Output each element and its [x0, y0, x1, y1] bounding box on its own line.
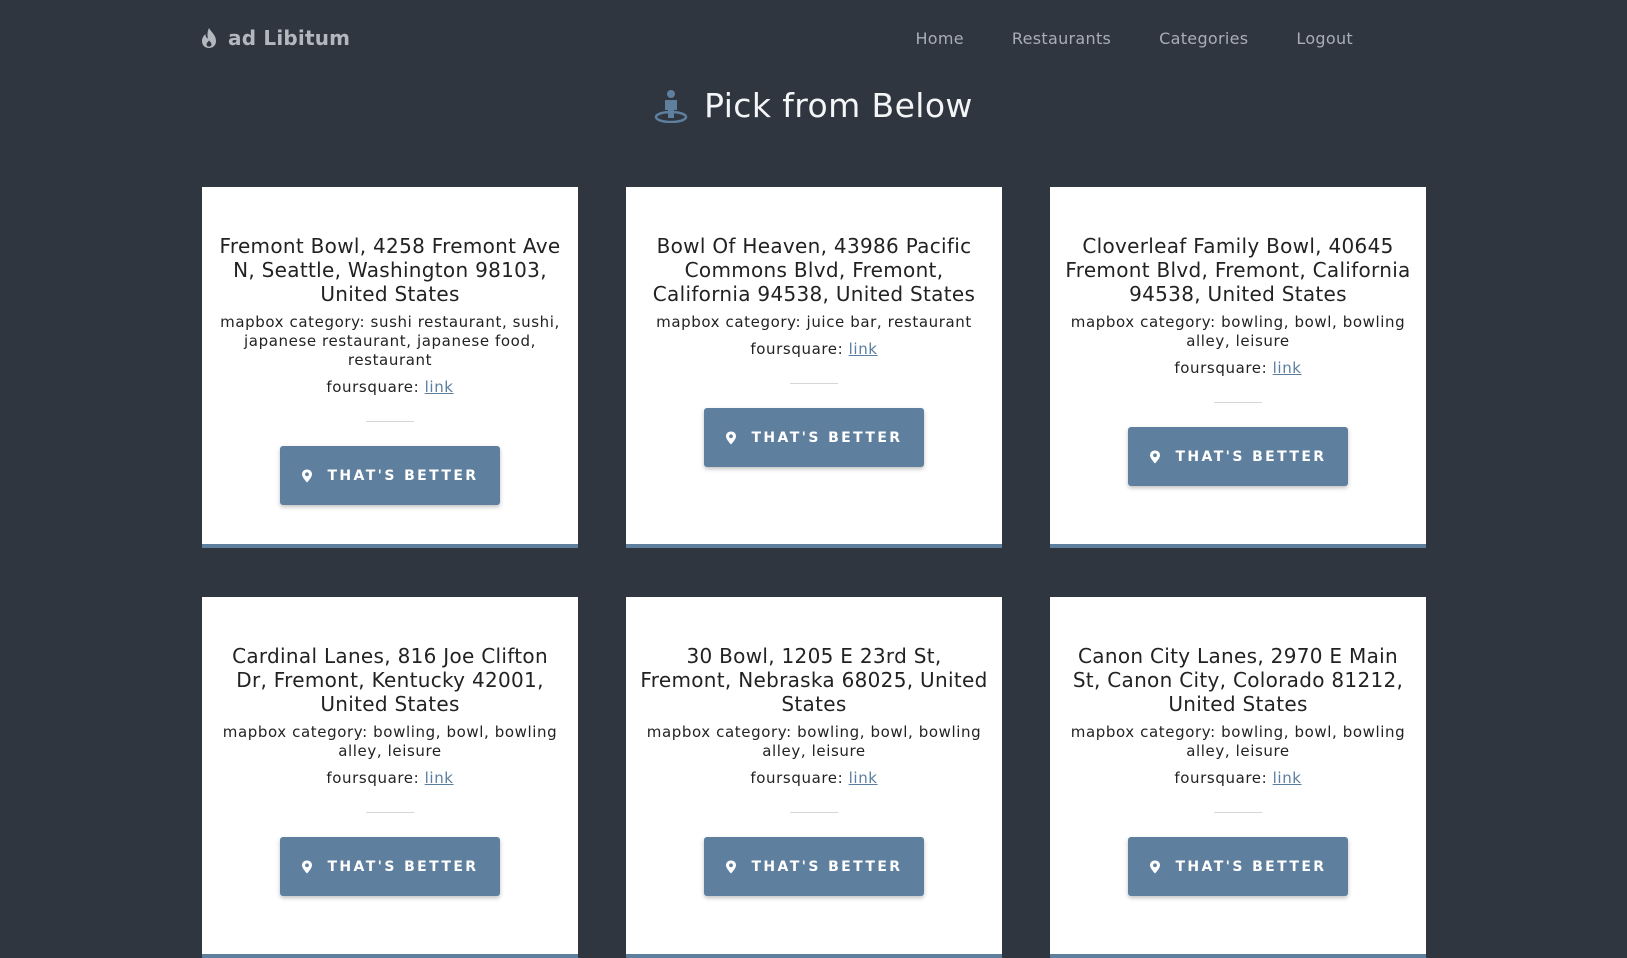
card-foursquare: foursquare: link	[640, 339, 988, 359]
card-title: Fremont Bowl, 4258 Fremont Ave N, Seattl…	[219, 234, 561, 306]
card-category: mapbox category: bowling, bowl, bowling …	[646, 723, 982, 760]
thats-better-button[interactable]: THAT'S BETTER	[1128, 427, 1348, 486]
nav-link-restaurants[interactable]: Restaurants	[1012, 29, 1111, 48]
nav-link-categories[interactable]: Categories	[1159, 29, 1248, 48]
foursquare-label: foursquare:	[1174, 359, 1273, 377]
nav-link-home[interactable]: Home	[915, 29, 963, 48]
thats-better-button[interactable]: THAT'S BETTER	[280, 446, 500, 505]
navbar: ad Libitum Home Restaurants Categories L…	[0, 0, 1627, 80]
button-label: THAT'S BETTER	[1175, 448, 1327, 465]
foursquare-link[interactable]: link	[849, 769, 878, 787]
card-category: mapbox category: bowling, bowl, bowling …	[1070, 723, 1406, 760]
nav-link-logout[interactable]: Logout	[1296, 29, 1353, 48]
card-category: mapbox category: bowling, bowl, bowling …	[1070, 313, 1406, 350]
button-label: THAT'S BETTER	[327, 858, 479, 875]
divider	[1214, 812, 1262, 813]
map-pin-icon	[726, 860, 737, 873]
map-pin-icon	[302, 469, 313, 482]
brand-logo[interactable]: ad Libitum	[200, 26, 350, 50]
button-label: THAT'S BETTER	[327, 467, 479, 484]
card-category: mapbox category: juice bar, restaurant	[656, 313, 972, 331]
restaurant-card: Cloverleaf Family Bowl, 40645 Fremont Bl…	[1050, 187, 1426, 548]
restaurant-card: Fremont Bowl, 4258 Fremont Ave N, Seattl…	[202, 187, 578, 548]
flame-icon	[202, 28, 216, 48]
card-foursquare: foursquare: link	[1064, 768, 1412, 788]
foursquare-link[interactable]: link	[1273, 359, 1302, 377]
restaurant-card: Cardinal Lanes, 816 Joe Clifton Dr, Frem…	[202, 597, 578, 958]
divider	[790, 812, 838, 813]
results-grid: Fremont Bowl, 4258 Fremont Ave N, Seattl…	[202, 187, 1426, 958]
card-category: mapbox category: bowling, bowl, bowling …	[222, 723, 558, 760]
card-foursquare: foursquare: link	[1064, 358, 1412, 378]
foursquare-link[interactable]: link	[425, 378, 454, 396]
restaurant-card: Bowl Of Heaven, 43986 Pacific Commons Bl…	[626, 187, 1002, 548]
card-title: Cardinal Lanes, 816 Joe Clifton Dr, Frem…	[232, 644, 548, 716]
brand-name: ad Libitum	[228, 26, 351, 50]
map-pin-icon	[726, 431, 737, 444]
foursquare-label: foursquare:	[326, 769, 425, 787]
thats-better-button[interactable]: THAT'S BETTER	[280, 837, 500, 896]
card-foursquare: foursquare: link	[216, 768, 564, 788]
person-pin-icon	[654, 89, 688, 123]
card-category: mapbox category: sushi restaurant, sushi…	[220, 313, 560, 369]
divider	[366, 812, 414, 813]
card-title: Canon City Lanes, 2970 E Main St, Canon …	[1072, 644, 1404, 716]
divider	[1214, 402, 1262, 403]
divider	[790, 383, 838, 384]
restaurant-card: 30 Bowl, 1205 E 23rd St, Fremont, Nebras…	[626, 597, 1002, 958]
card-title: 30 Bowl, 1205 E 23rd St, Fremont, Nebras…	[640, 644, 988, 716]
foursquare-link[interactable]: link	[849, 340, 878, 358]
page-title: Pick from Below	[704, 86, 973, 125]
foursquare-label: foursquare:	[1174, 769, 1273, 787]
nav-links: Home Restaurants Categories Logout	[915, 29, 1353, 48]
foursquare-label: foursquare:	[750, 340, 849, 358]
foursquare-link[interactable]: link	[425, 769, 454, 787]
foursquare-link[interactable]: link	[1273, 769, 1302, 787]
map-pin-icon	[1150, 860, 1161, 873]
card-foursquare: foursquare: link	[640, 768, 988, 788]
thats-better-button[interactable]: THAT'S BETTER	[704, 408, 924, 467]
map-pin-icon	[302, 860, 313, 873]
card-foursquare: foursquare: link	[216, 377, 564, 397]
foursquare-label: foursquare:	[750, 769, 849, 787]
page-heading: Pick from Below	[0, 86, 1627, 125]
button-label: THAT'S BETTER	[1175, 858, 1327, 875]
card-title: Bowl Of Heaven, 43986 Pacific Commons Bl…	[652, 234, 976, 306]
card-title: Cloverleaf Family Bowl, 40645 Fremont Bl…	[1065, 234, 1411, 306]
restaurant-card: Canon City Lanes, 2970 E Main St, Canon …	[1050, 597, 1426, 958]
button-label: THAT'S BETTER	[751, 858, 903, 875]
button-label: THAT'S BETTER	[751, 429, 903, 446]
divider	[366, 421, 414, 422]
thats-better-button[interactable]: THAT'S BETTER	[1128, 837, 1348, 896]
map-pin-icon	[1150, 450, 1161, 463]
thats-better-button[interactable]: THAT'S BETTER	[704, 837, 924, 896]
foursquare-label: foursquare:	[326, 378, 425, 396]
